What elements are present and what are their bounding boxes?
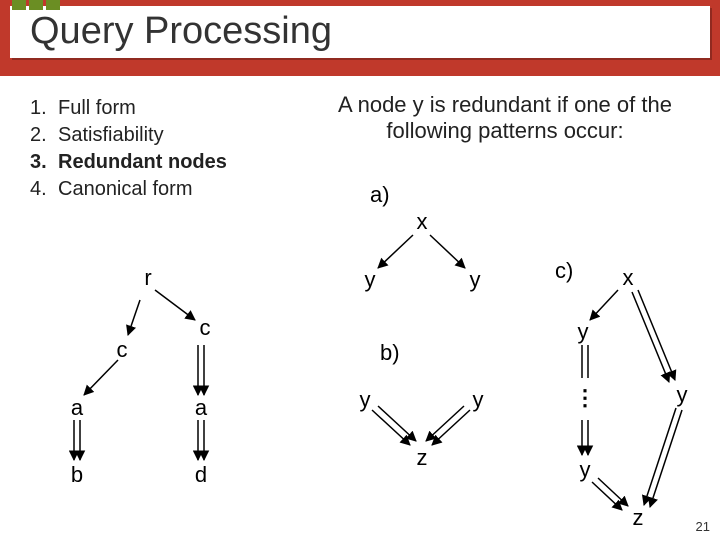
page-number: 21	[696, 519, 710, 534]
pattern-c-x: x	[623, 265, 634, 291]
pattern-c-z: z	[633, 505, 644, 531]
pattern-c-dots: ⋮	[574, 385, 596, 411]
pattern-c-y-right: y	[677, 382, 688, 408]
pattern-c-y-top: y	[578, 319, 589, 345]
pattern-c-y-bottom: y	[580, 457, 591, 483]
pattern-c-diagram	[0, 0, 720, 540]
